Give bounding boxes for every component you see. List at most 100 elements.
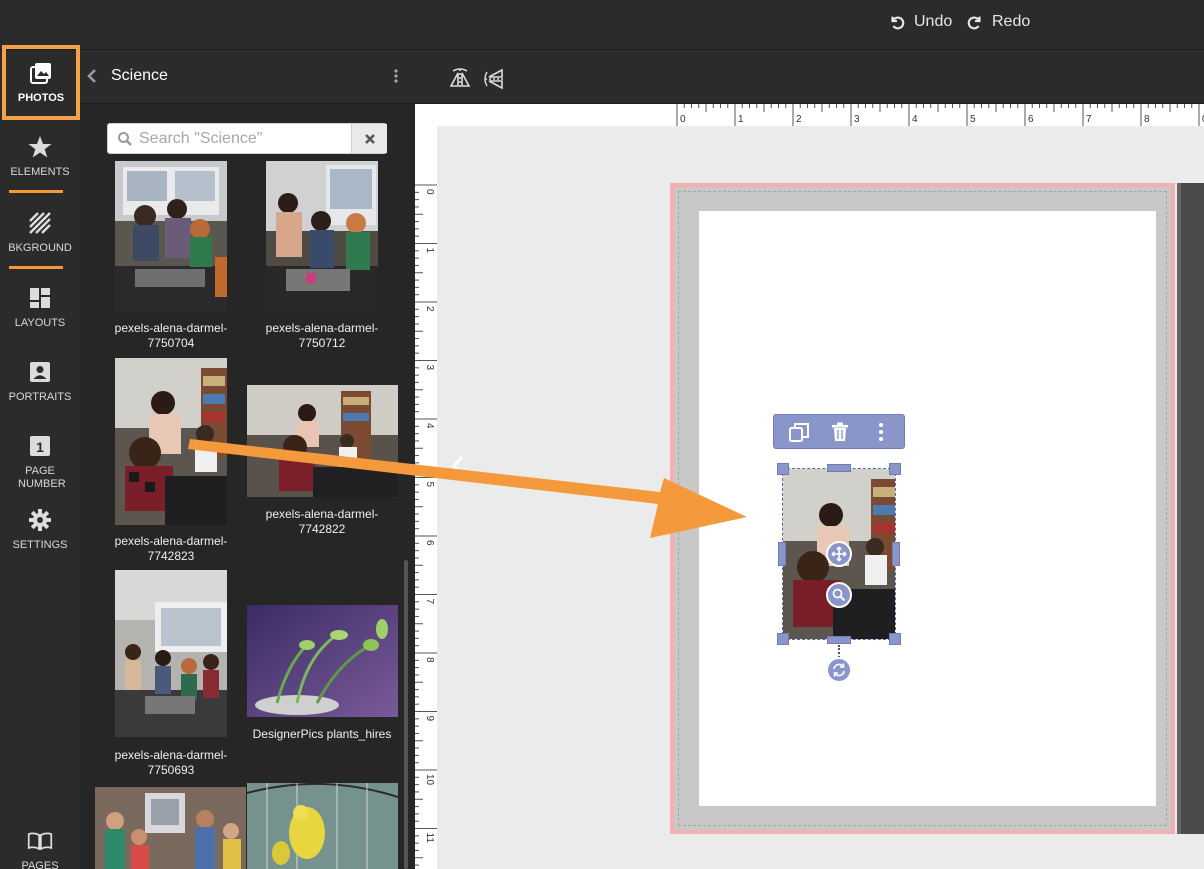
move-button[interactable] [826,541,852,567]
next-page-spread[interactable] [1177,183,1204,834]
ruler-label: 8 [424,657,435,663]
flip-horizontal-icon[interactable] [449,68,471,90]
photo-thumbnail-image [266,161,378,312]
left-rail: PHOTOS ELEMENTS BKGROUND LAYOUTS PORTRAI… [0,45,80,869]
photo-caption: pexels-alena-darmel- 7742823 [95,534,247,564]
duplicate-icon[interactable] [788,421,810,443]
trash-icon[interactable] [829,421,851,443]
caption-line-1: pexels-alena-darmel- [265,321,379,335]
rail-item-elements[interactable]: ELEMENTS [0,134,80,179]
search-box [107,123,387,154]
book-icon [27,832,53,851]
redo-icon [967,16,981,30]
photo-context-toolbar [773,414,905,449]
rotate-button[interactable] [826,657,852,683]
rail-item-page-number[interactable]: 1 PAGE NUMBER [0,433,80,491]
photo-thumbnail-image [247,385,398,497]
more-options-icon[interactable] [870,421,892,443]
rail-label-portraits: PORTRAITS [8,391,72,403]
ruler-label: 0 [424,189,435,195]
page-content-area[interactable] [699,211,1156,806]
ruler-label: 4 [424,423,435,429]
ruler-label: 2 [796,114,802,125]
rail-label-layouts: LAYOUTS [14,317,66,329]
selected-photo-frame[interactable] [777,463,901,683]
rail-label-background: BKGROUND [8,242,72,254]
panel-scrollbar[interactable] [404,560,408,869]
rail-label-settings: SETTINGS [12,539,68,551]
resize-handle-top[interactable] [827,464,851,472]
close-icon [364,133,375,144]
photos-panel: Science Search "Science" pexels-alena-da… [80,50,415,869]
zoom-button[interactable] [826,582,852,608]
panel-header: Science [80,50,415,104]
background-hatch-icon [29,212,51,234]
magnifier-icon [832,588,846,602]
rail-label-pages: PAGES [21,860,59,869]
ruler-label: 10 [424,774,435,786]
undo-button[interactable]: Undo [888,10,952,34]
vertical-ruler: 0 1 2 3 4 5 6 7 8 9 10 11 [415,126,437,869]
kebab-menu-icon[interactable] [392,68,400,84]
panel-title: Science [111,67,168,84]
photo-caption: pexels-alena-darmel- 7750712 [246,321,398,351]
caption-line-2: 7742822 [298,522,346,536]
resize-handle-top-left[interactable] [777,463,789,475]
ruler-label: 6 [424,540,435,546]
redo-button[interactable]: Redo [966,10,1030,34]
ruler-label: 1 [424,248,435,254]
rail-item-layouts[interactable]: LAYOUTS [0,285,80,330]
photo-caption: pexels-alena-darmel- 7742822 [246,507,398,537]
resize-handle-right[interactable] [892,542,900,566]
chevron-left-icon[interactable] [84,67,100,85]
rail-item-pages[interactable]: PAGES [0,828,80,869]
ruler-label: 11 [424,833,435,844]
ruler-label: 0 [680,114,686,125]
portrait-icon [30,362,50,382]
ruler-label: 6 [1028,114,1034,125]
ruler-label: 4 [912,114,918,125]
undo-icon [891,16,905,30]
resize-handle-bottom-right[interactable] [889,633,901,645]
photos-icon [30,63,51,84]
svg-text:1: 1 [36,439,44,455]
search-input[interactable] [139,127,347,151]
resize-handle-bottom[interactable] [827,636,851,644]
caption-line-1: pexels-alena-darmel- [114,748,228,762]
top-bar: Undo Redo [0,0,1204,50]
resize-handle-top-right[interactable] [889,463,901,475]
photo-caption: pexels-alena-darmel- 7750704 [95,321,247,351]
photo-thumbnail-image [115,570,227,737]
ruler-label: 2 [424,306,435,312]
rail-item-portraits[interactable]: PORTRAITS [0,359,80,404]
caption-line-1: DesignerPics plants_hires [252,727,392,741]
caption-line-1: pexels-alena-darmel- [114,321,228,335]
resize-handle-bottom-left[interactable] [777,633,789,645]
canvas-toolbar [415,50,1204,104]
page-number-icon: 1 [30,436,50,456]
design-canvas[interactable] [437,126,1204,869]
ruler-label: 5 [424,482,435,488]
ruler-label: 7 [424,599,435,605]
rail-item-background[interactable]: BKGROUND [0,210,80,255]
flip-vertical-icon[interactable] [484,68,506,90]
photo-thumbnail-image [115,358,227,525]
photo-caption: pexels-alena-darmel- 7750693 [95,748,247,778]
horizontal-ruler: 0123456780 [415,104,1204,126]
redo-label: Redo [992,13,1031,30]
elements-underline [9,190,63,193]
rotate-icon [833,663,845,677]
ruler-label: 3 [424,365,435,371]
photo-thumbnail-image [115,161,227,312]
background-underline [9,266,63,269]
caption-line-1: pexels-alena-darmel- [265,507,379,521]
clear-search-button[interactable] [351,124,387,153]
rail-label-elements: ELEMENTS [10,166,70,178]
rail-label-page-number: PAGE NUMBER [18,465,66,490]
rail-item-photos[interactable]: PHOTOS [2,45,80,120]
rail-item-settings[interactable]: SETTINGS [0,507,80,552]
layouts-icon [30,288,50,308]
collapse-panel-chevron-icon[interactable] [448,454,468,478]
resize-handle-left[interactable] [778,542,786,566]
undo-label: Undo [914,13,953,30]
